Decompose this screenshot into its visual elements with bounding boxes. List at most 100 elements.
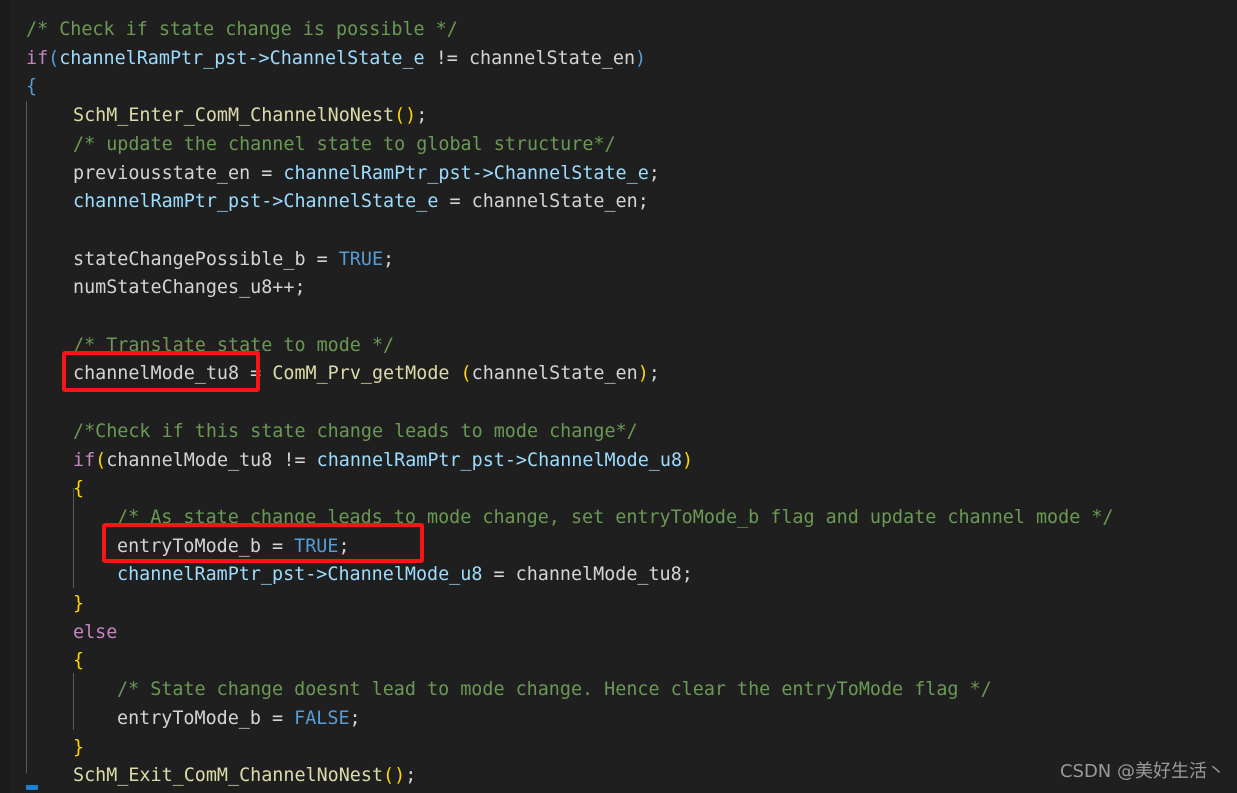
code-editor[interactable]: /* Check if state change is possible */ …	[0, 0, 1237, 793]
comment-token: /* As state change leads to mode change,…	[117, 506, 1114, 528]
variable-statechangepossible: stateChangePossible_b	[73, 248, 306, 270]
function-call-getmode: ComM_Prv_getMode	[272, 363, 450, 385]
variable-state: channelState_en	[471, 191, 638, 213]
keyword-else: else	[73, 621, 118, 643]
paren-close: )	[637, 363, 649, 385]
call-parens: ()	[394, 105, 417, 127]
code-line-27: SchM_Exit_ComM_ChannelNoNest();	[73, 762, 416, 791]
code-line-19: entryToMode_b = TRUE;	[117, 533, 350, 562]
paren-close: )	[635, 47, 647, 69]
operator-assign: =	[305, 248, 339, 270]
brace-close-else: }	[73, 736, 85, 758]
operator-assign: =	[239, 363, 273, 385]
brace-close-if: }	[73, 593, 85, 614]
code-line-23: {	[73, 647, 84, 676]
variable-channelmode-tu8: channelMode_tu8	[106, 449, 273, 471]
comment-token: /* Check if state change is possible */	[26, 19, 458, 40]
code-line-10: numStateChanges_u8++;	[73, 274, 306, 303]
function-call-schm-exit: SchM_Exit_ComM_ChannelNoNest	[73, 765, 384, 787]
paren-open: (	[95, 449, 107, 471]
struct-member: ChannelMode_u8	[327, 564, 483, 586]
code-line-1: /* Check if state change is possible */	[26, 16, 458, 45]
arrow-operator: ->	[247, 47, 270, 69]
code-line-26: }	[73, 734, 84, 763]
arrow-operator: ->	[504, 449, 528, 471]
semicolon: ;	[648, 162, 660, 184]
arrow-operator: ->	[261, 191, 284, 213]
operator-assign: =	[438, 191, 472, 213]
variable-state: channelState_en	[468, 47, 636, 69]
csdn-watermark: CSDN @美好生活丶	[1059, 761, 1225, 782]
semicolon: ;	[637, 191, 649, 213]
semicolon: ;	[416, 105, 428, 127]
code-line-21: }	[73, 590, 84, 619]
brace-open-if: {	[73, 478, 85, 500]
code-line-22: else	[73, 619, 117, 648]
semicolon: ;	[405, 765, 417, 787]
semicolon: ;	[349, 707, 361, 729]
paren-close: )	[682, 449, 694, 471]
struct-member: ChannelState_e	[283, 191, 439, 213]
code-line-12: /* Translate state to mode */	[73, 332, 394, 361]
operator-assign: =	[250, 162, 284, 184]
code-line-13: channelMode_tu8 = ComM_Prv_getMode (chan…	[73, 360, 660, 389]
struct-member: ChannelState_e	[493, 162, 649, 184]
variable-channelmode-tu8: channelMode_tu8	[73, 363, 240, 385]
arrow-operator: ->	[471, 162, 494, 184]
variable-pointer: channelRamPtr_pst	[73, 191, 262, 213]
code-line-3: {	[26, 73, 37, 102]
code-line-17: {	[73, 475, 84, 504]
code-line-20: channelRamPtr_pst->ChannelMode_u8 = chan…	[117, 561, 693, 590]
operator-assign: =	[260, 707, 295, 729]
constant-true: TRUE	[294, 535, 339, 557]
paren-open: (	[48, 47, 60, 69]
semicolon: ;	[383, 248, 395, 270]
variable-pointer: channelRamPtr_pst	[316, 449, 505, 471]
semicolon: ;	[648, 363, 660, 385]
keyword-if: if	[73, 449, 96, 471]
operator-assign: =	[482, 564, 516, 586]
code-line-16: if(channelMode_tu8 != channelRamPtr_pst-…	[73, 447, 693, 476]
call-parens: ()	[383, 765, 406, 787]
argument-channelstate: channelState_en	[471, 363, 638, 385]
code-line-24: /* State change doesnt lead to mode chan…	[117, 676, 992, 705]
code-line-18: /* As state change leads to mode change,…	[117, 504, 1114, 533]
code-line-25: entryToMode_b = FALSE;	[117, 705, 361, 734]
variable-pointer: channelRamPtr_pst	[59, 47, 248, 69]
constant-false: FALSE	[294, 707, 350, 729]
indent-guide-level-2-else	[73, 673, 74, 730]
brace-open-else: {	[73, 650, 85, 672]
code-line-6: previousstate_en = channelRamPtr_pst->Ch…	[73, 160, 660, 189]
operator-not-equal: !=	[272, 449, 317, 471]
variable-pointer: channelRamPtr_pst	[117, 564, 306, 586]
constant-true: TRUE	[338, 248, 384, 270]
function-call-schm-enter: SchM_Enter_ComM_ChannelNoNest	[73, 105, 395, 127]
paren-open: (	[460, 363, 472, 385]
struct-member: ChannelMode_u8	[527, 449, 683, 471]
code-line-4: SchM_Enter_ComM_ChannelNoNest();	[73, 102, 427, 131]
code-line-2: if(channelRamPtr_pst->ChannelState_e != …	[26, 45, 646, 74]
code-line-15: /*Check if this state change leads to mo…	[73, 418, 638, 447]
struct-member: ChannelState_e	[269, 47, 425, 69]
variable-previousstate: previousstate_en	[73, 162, 251, 184]
indent-guide-level-1	[26, 101, 27, 773]
keyword-if: if	[26, 47, 49, 69]
brace-open-outer: {	[26, 76, 38, 98]
comment-token: /* update the channel state to global st…	[73, 133, 616, 155]
code-line-5: /* update the channel state to global st…	[73, 131, 616, 160]
operator-not-equal: !=	[424, 47, 469, 69]
semicolon: ;	[681, 564, 693, 586]
comment-token: /*Check if this state change leads to mo…	[73, 420, 638, 442]
operator-assign: =	[260, 535, 295, 557]
variable-channelmode-tu8: channelMode_tu8	[515, 564, 682, 586]
code-line-9: stateChangePossible_b = TRUE;	[73, 246, 394, 275]
scroll-position-marker[interactable]	[26, 785, 38, 790]
semicolon: ;	[338, 535, 350, 557]
code-content[interactable]: /* Check if state change is possible */ …	[0, 0, 1237, 793]
arrow-operator: ->	[305, 564, 328, 586]
variable-entrytomode-b: entryToMode_b	[117, 707, 261, 729]
variable-entrytomode-b: entryToMode_b	[117, 535, 261, 557]
variable-pointer: channelRamPtr_pst	[283, 162, 472, 184]
comment-token: /* State change doesnt lead to mode chan…	[117, 679, 992, 701]
